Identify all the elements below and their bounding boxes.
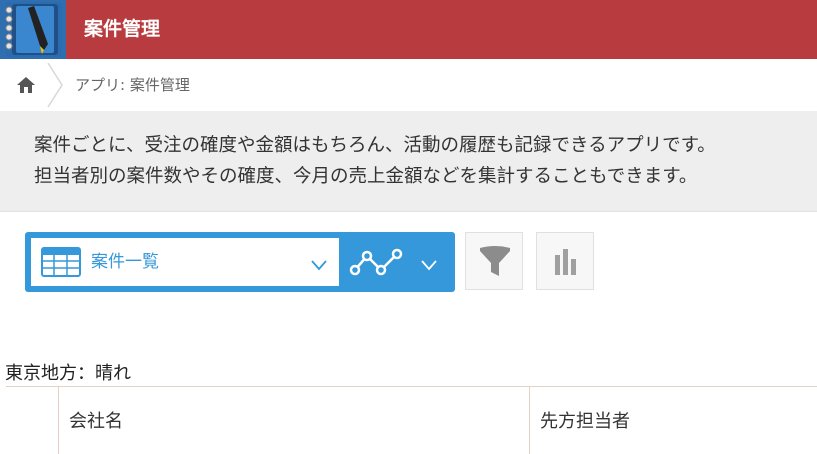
weather-text: 東京地方：晴れ bbox=[5, 363, 131, 384]
funnel-icon bbox=[480, 246, 510, 276]
column-header-contact[interactable]: 先方担当者 bbox=[540, 407, 630, 433]
breadcrumb-app-link[interactable]: アプリ: 案件管理 bbox=[75, 59, 190, 111]
app-title: 案件管理 bbox=[84, 18, 161, 40]
table-icon bbox=[41, 247, 81, 277]
view-select-dropdown[interactable]: 案件一覧 bbox=[31, 238, 339, 286]
app-header: 案件管理 bbox=[0, 0, 817, 59]
breadcrumb: アプリ: 案件管理 bbox=[0, 59, 817, 112]
column-divider bbox=[529, 387, 530, 454]
line-graph-icon[interactable] bbox=[349, 246, 405, 278]
column-divider bbox=[58, 387, 59, 454]
app-description: 案件ごとに、受注の確度や金額はもちろん、活動の履歴も記録できるアプリです。 担当… bbox=[0, 111, 817, 212]
column-header-company[interactable]: 会社名 bbox=[69, 407, 123, 433]
bar-chart-icon bbox=[555, 249, 576, 275]
chevron-down-icon bbox=[311, 256, 327, 271]
view-toolbar: 案件一覧 bbox=[25, 232, 455, 292]
view-select-label: 案件一覧 bbox=[91, 252, 159, 272]
description-line-2: 担当者別の案件数やその確度、今月の売上金額などを集計することもできます。 bbox=[34, 166, 698, 187]
notebook-pen-icon[interactable] bbox=[0, 0, 66, 59]
breadcrumb-separator bbox=[46, 62, 64, 108]
chart-button[interactable] bbox=[536, 232, 594, 290]
graph-chevron-down-icon[interactable] bbox=[421, 256, 437, 271]
home-icon[interactable] bbox=[16, 76, 36, 94]
description-line-1: 案件ごとに、受注の確度や金額はもちろん、活動の履歴も記録できるアプリです。 bbox=[34, 135, 716, 156]
filter-button[interactable] bbox=[465, 232, 523, 290]
table-header-row: 会社名 先方担当者 bbox=[6, 386, 817, 454]
